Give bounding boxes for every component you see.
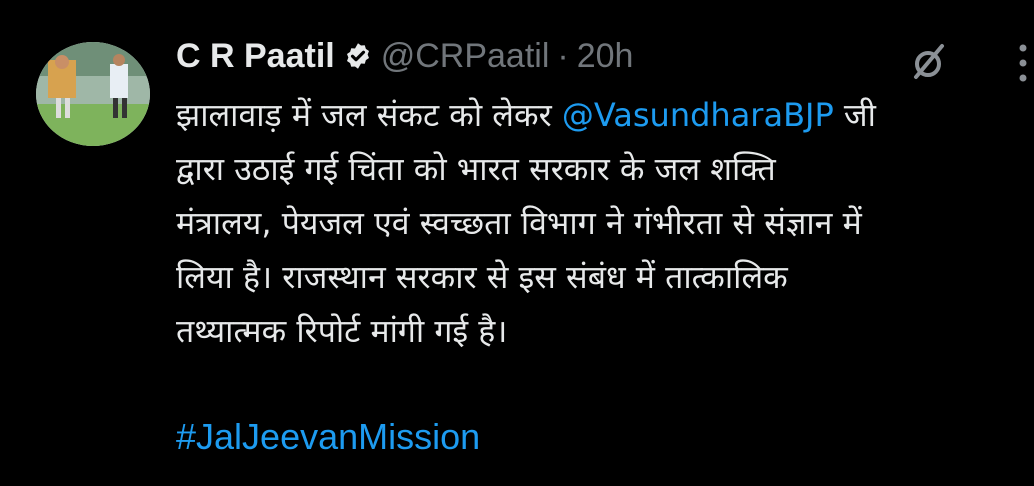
display-name[interactable]: C R Paatil: [176, 37, 335, 76]
user-handle[interactable]: @CRPaatil: [381, 37, 550, 76]
avatar[interactable]: [36, 42, 150, 146]
grok-icon[interactable]: [904, 38, 952, 86]
tweet-text-part-1: झालावाड़ में जल संकट को लेकर: [176, 96, 562, 134]
separator-dot: ·: [557, 36, 569, 75]
avatar-photo: [36, 42, 150, 146]
tweet-text-part-2: जी द्वारा उठाई गई चिंता को भारत सरकार के…: [176, 96, 876, 350]
more-options-icon[interactable]: [1008, 40, 1034, 86]
tweet-header: C R Paatil @CRPaatil · 20h: [176, 30, 633, 82]
verified-badge-icon: [346, 43, 369, 69]
tweet-text: झालावाड़ में जल संकट को लेकर @Vasundhara…: [176, 88, 1034, 358]
mention-link[interactable]: @VasundharaBJP: [562, 96, 834, 134]
hashtag-link[interactable]: #JalJeevanMission: [176, 416, 480, 458]
timestamp[interactable]: 20h: [577, 37, 634, 76]
